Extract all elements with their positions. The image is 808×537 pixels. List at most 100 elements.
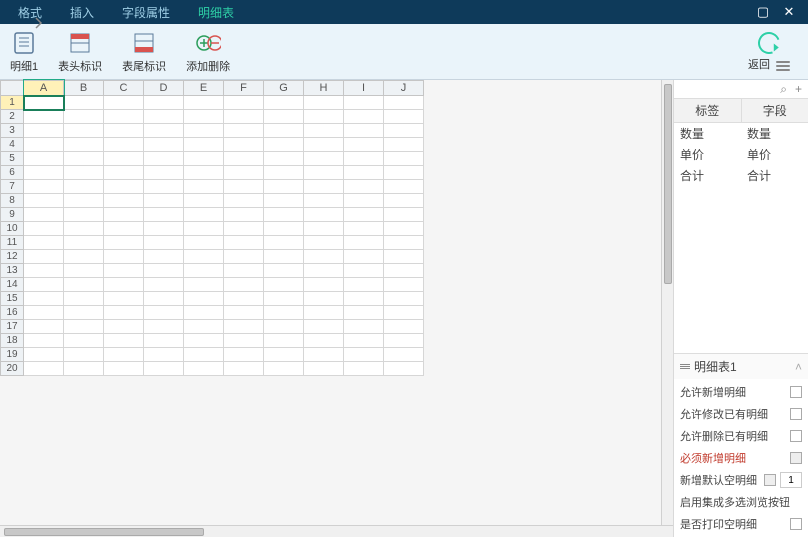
cell[interactable] <box>144 194 184 208</box>
vertical-scroll-thumb[interactable] <box>664 84 672 284</box>
cell[interactable] <box>184 208 224 222</box>
cell[interactable] <box>24 138 64 152</box>
cell[interactable] <box>144 124 184 138</box>
cell[interactable] <box>64 264 104 278</box>
cell[interactable] <box>224 180 264 194</box>
cell[interactable] <box>344 236 384 250</box>
cell[interactable] <box>344 306 384 320</box>
row-header[interactable]: 15 <box>0 292 24 306</box>
cell[interactable] <box>64 194 104 208</box>
cell[interactable] <box>224 208 264 222</box>
cell[interactable] <box>24 250 64 264</box>
cell[interactable] <box>344 166 384 180</box>
cell[interactable] <box>344 180 384 194</box>
cell[interactable] <box>64 362 104 376</box>
cell[interactable] <box>24 264 64 278</box>
cell[interactable] <box>344 334 384 348</box>
cell[interactable] <box>224 110 264 124</box>
cell[interactable] <box>264 362 304 376</box>
cell[interactable] <box>144 348 184 362</box>
cell[interactable] <box>384 96 424 110</box>
prop-input[interactable] <box>780 472 802 488</box>
cell[interactable] <box>184 348 224 362</box>
cell[interactable] <box>264 96 304 110</box>
cell[interactable] <box>224 138 264 152</box>
cell[interactable] <box>24 320 64 334</box>
row-header[interactable]: 3 <box>0 124 24 138</box>
cell[interactable] <box>104 166 144 180</box>
cell[interactable] <box>144 264 184 278</box>
cell[interactable] <box>264 334 304 348</box>
cell[interactable] <box>264 138 304 152</box>
row-header[interactable]: 6 <box>0 166 24 180</box>
cell[interactable] <box>184 152 224 166</box>
cell[interactable] <box>64 110 104 124</box>
cell[interactable] <box>344 96 384 110</box>
cell[interactable] <box>224 152 264 166</box>
cell[interactable] <box>144 306 184 320</box>
cell[interactable] <box>304 306 344 320</box>
cell[interactable] <box>104 348 144 362</box>
column-header-G[interactable]: G <box>264 80 304 96</box>
section-header[interactable]: 明细表1 ˄ <box>674 353 808 379</box>
field-row[interactable]: 单价单价 <box>674 144 808 165</box>
cell[interactable] <box>104 152 144 166</box>
tool-add-delete[interactable]: 添加删除 <box>186 30 230 74</box>
cell[interactable] <box>144 208 184 222</box>
cell[interactable] <box>104 278 144 292</box>
cell[interactable] <box>64 180 104 194</box>
row-header[interactable]: 12 <box>0 250 24 264</box>
cell[interactable] <box>344 138 384 152</box>
column-header-A[interactable]: A <box>24 80 64 96</box>
horizontal-scroll-thumb[interactable] <box>4 528 204 536</box>
cell[interactable] <box>264 236 304 250</box>
cell[interactable] <box>304 362 344 376</box>
cell[interactable] <box>184 194 224 208</box>
cell[interactable] <box>264 306 304 320</box>
back-icon[interactable] <box>754 28 783 57</box>
cell[interactable] <box>64 152 104 166</box>
cell[interactable] <box>384 236 424 250</box>
cell[interactable] <box>224 236 264 250</box>
cell[interactable] <box>344 194 384 208</box>
cell[interactable] <box>304 348 344 362</box>
row-header[interactable]: 20 <box>0 362 24 376</box>
cell[interactable] <box>104 292 144 306</box>
cell[interactable] <box>184 250 224 264</box>
cell[interactable] <box>144 152 184 166</box>
column-header-I[interactable]: I <box>344 80 384 96</box>
row-header[interactable]: 10 <box>0 222 24 236</box>
cell[interactable] <box>64 166 104 180</box>
cell[interactable] <box>224 362 264 376</box>
select-all-corner[interactable] <box>0 80 24 96</box>
cell[interactable] <box>304 152 344 166</box>
cell[interactable] <box>264 152 304 166</box>
cell[interactable] <box>344 292 384 306</box>
cell[interactable] <box>184 264 224 278</box>
row-header[interactable]: 4 <box>0 138 24 152</box>
cell[interactable] <box>24 124 64 138</box>
cell[interactable] <box>264 292 304 306</box>
cell[interactable] <box>144 292 184 306</box>
cell[interactable] <box>344 278 384 292</box>
cell[interactable] <box>104 194 144 208</box>
cell[interactable] <box>64 334 104 348</box>
cell[interactable] <box>104 250 144 264</box>
cell[interactable] <box>224 222 264 236</box>
cell[interactable] <box>144 180 184 194</box>
back-label[interactable]: 返回 <box>748 56 770 72</box>
cell[interactable] <box>384 278 424 292</box>
cell[interactable] <box>264 180 304 194</box>
checkbox[interactable] <box>790 518 802 530</box>
cell[interactable] <box>104 96 144 110</box>
cell[interactable] <box>104 306 144 320</box>
cell[interactable] <box>384 138 424 152</box>
cell[interactable] <box>24 278 64 292</box>
cell[interactable] <box>184 292 224 306</box>
cell[interactable] <box>304 166 344 180</box>
cell[interactable] <box>24 208 64 222</box>
row-header[interactable]: 17 <box>0 320 24 334</box>
cell[interactable] <box>224 166 264 180</box>
cell[interactable] <box>344 208 384 222</box>
column-header-B[interactable]: B <box>64 80 104 96</box>
